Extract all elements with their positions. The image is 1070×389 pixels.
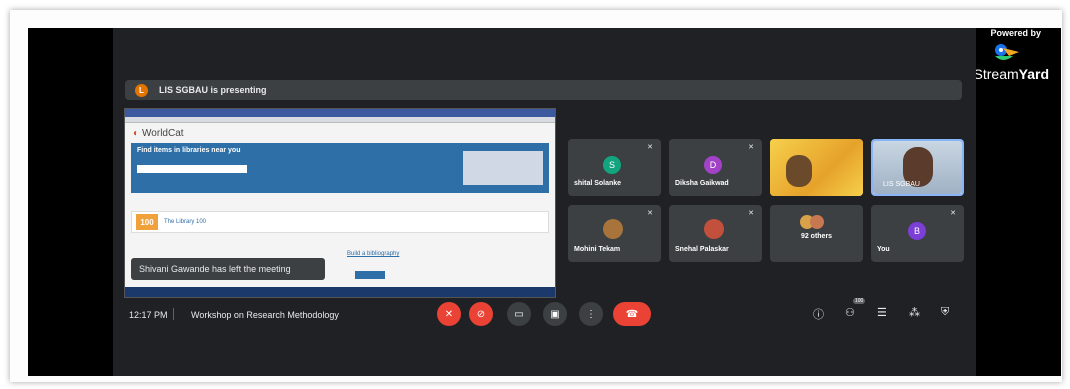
powered-by-label: Powered by <box>990 28 1041 38</box>
meeting-control-bar: 12:17 PM Workshop on Research Methodolog… <box>113 298 976 334</box>
participant-tile-diksha[interactable]: D ✕ Diksha Gaikwad <box>669 139 762 196</box>
participant-tile-camera[interactable] <box>770 139 863 196</box>
participant-name: shital Solanke <box>574 180 622 187</box>
participant-name: You <box>877 246 890 253</box>
participant-tile-snehal[interactable]: ✕ Snehal Palaskar <box>669 205 762 262</box>
worldcat-header: ◐ WorldCat <box>125 123 555 141</box>
presenter-avatar: L <box>135 83 148 97</box>
library-100-row: 100 The Library 100 <box>131 211 549 233</box>
presenting-text: LIS SGBAU is presenting <box>159 85 267 95</box>
mic-off-icon: ✕ <box>950 210 956 217</box>
library-100-title: The Library 100 <box>164 219 207 225</box>
meeting-title: Workshop on Research Methodology <box>191 310 339 320</box>
avatar <box>603 219 623 239</box>
worldcat-logo-icon: ◐ <box>133 128 140 139</box>
avatar: D <box>704 156 722 174</box>
info-icon[interactable]: ⓘ <box>813 306 824 322</box>
participant-video <box>770 139 863 196</box>
worldcat-side-panel <box>463 151 543 185</box>
participant-tile-you[interactable]: B ✕ You <box>871 205 964 262</box>
mic-off-icon: ✕ <box>647 210 653 217</box>
streamyard-logo-icon <box>995 44 1019 60</box>
participant-name: Diksha Gaikwad <box>675 180 729 187</box>
browser-tab-strip <box>125 109 555 117</box>
streamyard-brand: StreamYard <box>974 66 1049 82</box>
captions-button[interactable]: ▭ <box>507 302 531 326</box>
worldcat-search-field <box>137 165 247 173</box>
meeting-clock: 12:17 PM <box>129 310 168 320</box>
participant-tile-lis-sgbau[interactable]: LIS SGBAU <box>871 139 964 196</box>
right-letterbox: Powered by StreamYard <box>974 28 1061 376</box>
camera-off-icon: ⊘ <box>476 308 486 320</box>
mic-off-icon: ✕ <box>444 308 454 320</box>
avatar <box>810 215 824 229</box>
participant-name: Snehal Palaskar <box>675 246 729 253</box>
participant-tile-others[interactable]: 92 others <box>770 205 863 262</box>
build-bibliography-link: Build a bibliography <box>347 251 400 257</box>
more-options-button[interactable]: ⋮ <box>579 302 603 326</box>
leave-call-button[interactable]: ☎ <box>613 302 651 326</box>
avatar <box>704 219 724 239</box>
video-stage: Powered by StreamYard L LIS SGBAU is pre… <box>28 28 1061 376</box>
worldcat-search-banner: Find items in libraries near you <box>131 143 549 193</box>
streamyard-brand-light: Stream <box>973 66 1019 82</box>
more-options-icon: ⋮ <box>586 308 596 320</box>
people-icon[interactable]: ⚇ <box>845 306 855 319</box>
hangup-icon: ☎ <box>625 308 639 320</box>
left-meeting-toast: Shivani Gawande has left the meeting <box>131 258 325 280</box>
windows-taskbar <box>125 287 555 297</box>
participant-name: Mohini Tekam <box>574 246 621 253</box>
present-icon: ▣ <box>550 308 560 320</box>
divider <box>173 308 174 320</box>
presenting-banner: L LIS SGBAU is presenting <box>125 80 962 100</box>
left-letterbox <box>28 28 113 376</box>
camera-toggle-button[interactable]: ⊘ <box>469 302 493 326</box>
host-controls-icon[interactable]: ⛨ <box>941 306 949 319</box>
avatar: S <box>603 156 621 174</box>
present-button[interactable]: ▣ <box>543 302 567 326</box>
chat-icon[interactable]: ☰ <box>877 306 887 319</box>
participant-count-badge: 100 <box>853 298 866 304</box>
activities-icon[interactable]: ⁂ <box>909 306 920 319</box>
library-100-badge: 100 <box>136 214 158 230</box>
avatar: B <box>908 222 926 240</box>
mic-toggle-button[interactable]: ✕ <box>437 302 461 326</box>
mic-off-icon: ✕ <box>748 144 754 151</box>
participant-tile-mohini[interactable]: ✕ Mohini Tekam <box>568 205 661 262</box>
meet-window: L LIS SGBAU is presenting ◐ WorldCat Fin… <box>113 28 976 376</box>
mic-off-icon: ✕ <box>748 210 754 217</box>
worldcat-banner-title: Find items in libraries near you <box>137 147 241 154</box>
participant-tile-shital[interactable]: S ✕ shital Solanke <box>568 139 661 196</box>
worldcat-site-name: WorldCat <box>142 128 184 139</box>
mic-off-icon: ✕ <box>647 144 653 151</box>
streamyard-brand-bold: Yard <box>1018 66 1049 82</box>
participant-name: 92 others <box>800 233 833 240</box>
participant-name: LIS SGBAU <box>883 181 920 188</box>
participant-figure <box>786 155 812 187</box>
captions-icon: ▭ <box>514 308 524 320</box>
bibliography-button <box>355 271 385 279</box>
